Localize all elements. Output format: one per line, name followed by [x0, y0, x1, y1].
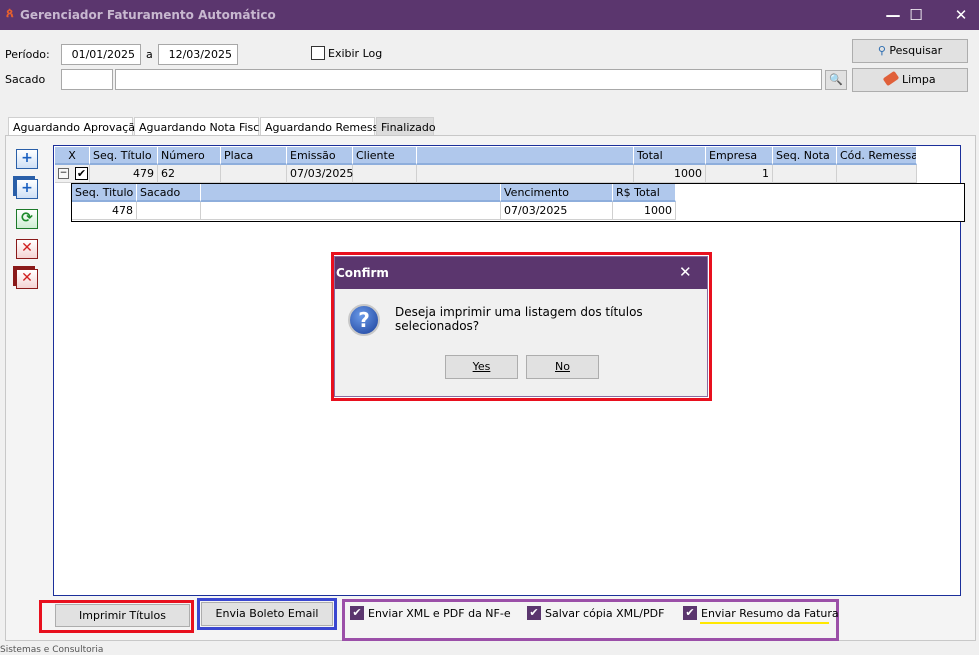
date-separator: a: [146, 48, 153, 61]
dialog-close-button[interactable]: ✕: [679, 263, 692, 281]
resumo-underline: [700, 622, 829, 624]
cell-seq-nota: [773, 165, 837, 183]
delete-icon[interactable]: ✕: [16, 239, 38, 259]
title-bar: ጰ Gerenciador Faturamento Automático — ☐…: [0, 0, 979, 30]
col-emissao[interactable]: Emissão: [287, 147, 353, 165]
dialog-title-bar: Confirm ✕: [335, 257, 707, 289]
col-total[interactable]: Total: [634, 147, 706, 165]
envia-boleto-email-button[interactable]: Envia Boleto Email: [201, 602, 333, 626]
detail-cell-total: 1000: [613, 202, 676, 220]
enviar-resumo-checkbox[interactable]: ✔: [683, 606, 697, 620]
delete-multiple-icon[interactable]: ✕: [16, 269, 38, 289]
sacado-label: Sacado: [5, 73, 46, 86]
col-cod-remessa[interactable]: Cód. Remessa: [837, 147, 917, 165]
cell-total: 1000: [634, 165, 706, 183]
col-placa[interactable]: Placa: [221, 147, 287, 165]
cell-empresa: 1: [706, 165, 773, 183]
tab-aguardando-remessa[interactable]: Aguardando Remessa: [260, 117, 385, 136]
sacado-lookup-button[interactable]: 🔍: [825, 70, 847, 90]
tab-finalizado[interactable]: Finalizado: [376, 117, 436, 136]
app-logo-icon: ጰ: [6, 6, 14, 21]
cell-emissao: 07/03/2025: [287, 165, 353, 183]
dialog-title: Confirm: [336, 266, 389, 280]
question-icon: ?: [348, 304, 380, 336]
collapse-icon[interactable]: −: [58, 168, 69, 179]
add-multiple-icon[interactable]: +: [16, 179, 38, 199]
col-seq-titulo[interactable]: Seq. Título: [90, 147, 158, 165]
no-button[interactable]: No: [526, 355, 599, 379]
cell-placa: [221, 165, 287, 183]
detail-cell-blank: [201, 202, 501, 220]
salvar-copia-checkbox[interactable]: ✔: [527, 606, 541, 620]
add-icon[interactable]: +: [16, 149, 38, 169]
tab-aguardando-aprovacao[interactable]: Aguardando Aprovação: [8, 117, 142, 136]
pesquisar-label: Pesquisar: [889, 44, 943, 57]
dialog-message: Deseja imprimir uma listagem dos títulos…: [395, 305, 643, 333]
maximize-button[interactable]: ☐: [893, 0, 939, 30]
cell-cod-remessa: [837, 165, 917, 183]
detail-cell-vencimento: 07/03/2025: [501, 202, 613, 220]
col-x[interactable]: X: [55, 147, 90, 165]
sacado-code-input[interactable]: [61, 69, 113, 90]
periodo-label: Período:: [5, 48, 50, 61]
detail-col-sacado[interactable]: Sacado: [137, 184, 201, 202]
cell-cliente: [353, 165, 417, 183]
close-button[interactable]: ✕: [938, 0, 979, 30]
row-checkbox[interactable]: ✔: [75, 167, 88, 180]
enviar-xml-checkbox[interactable]: ✔: [350, 606, 364, 620]
grid-header: X Seq. Título Número Placa Emissão Clien…: [55, 147, 917, 165]
imprimir-titulos-button[interactable]: Imprimir Títulos: [55, 604, 190, 627]
row-select-cell: − ✔: [55, 165, 90, 183]
detail-col-blank[interactable]: [201, 184, 501, 202]
enviar-resumo-label: Enviar Resumo da Fatura: [701, 607, 839, 620]
options-highlight: [342, 599, 839, 641]
cell-seq: 479: [90, 165, 158, 183]
search-icon: ⚲: [877, 44, 886, 57]
cell-blank: [417, 165, 634, 183]
limpa-label: Limpa: [901, 73, 936, 86]
detail-grid: Seq. Titulo Sacado Vencimento R$ Total 4…: [71, 183, 965, 222]
detail-row[interactable]: 478 07/03/2025 1000: [72, 202, 964, 220]
salvar-copia-label: Salvar cópia XML/PDF: [545, 607, 665, 620]
confirm-dialog: Confirm ✕ ? Deseja imprimir uma listagem…: [334, 256, 708, 397]
eraser-icon: [883, 70, 900, 87]
detail-col-total[interactable]: R$ Total: [613, 184, 676, 202]
col-empresa[interactable]: Empresa: [706, 147, 773, 165]
yes-button[interactable]: Yes: [445, 355, 518, 379]
detail-col-vencimento[interactable]: Vencimento: [501, 184, 613, 202]
cell-numero: 62: [158, 165, 221, 183]
col-blank[interactable]: [417, 147, 634, 165]
limpa-button[interactable]: Limpa: [852, 68, 968, 92]
col-seq-nota[interactable]: Seq. Nota: [773, 147, 837, 165]
date-to-input[interactable]: 12/03/2025: [158, 44, 238, 65]
magnifier-icon: 🔍: [829, 73, 843, 86]
detail-cell-seq: 478: [72, 202, 137, 220]
date-from-input[interactable]: 01/01/2025: [61, 44, 141, 65]
col-cliente[interactable]: Cliente: [353, 147, 417, 165]
detail-cell-sacado: [137, 202, 201, 220]
sacado-name-input[interactable]: [115, 69, 822, 90]
tab-aguardando-nota-fiscal[interactable]: Aguardando Nota Fiscal: [134, 117, 269, 136]
enviar-xml-label: Enviar XML e PDF da NF-e: [368, 607, 511, 620]
refresh-icon[interactable]: ⟳: [16, 209, 38, 229]
exibir-log-label: Exibir Log: [328, 47, 383, 60]
col-numero[interactable]: Número: [158, 147, 221, 165]
window-title: Gerenciador Faturamento Automático: [20, 8, 276, 22]
pesquisar-button[interactable]: ⚲ Pesquisar: [852, 39, 968, 63]
detail-header: Seq. Titulo Sacado Vencimento R$ Total: [72, 184, 964, 202]
detail-col-seq[interactable]: Seq. Titulo: [72, 184, 137, 202]
exibir-log-checkbox[interactable]: [311, 46, 325, 60]
table-row[interactable]: − ✔ 479 62 07/03/2025 1000 1: [55, 165, 917, 183]
